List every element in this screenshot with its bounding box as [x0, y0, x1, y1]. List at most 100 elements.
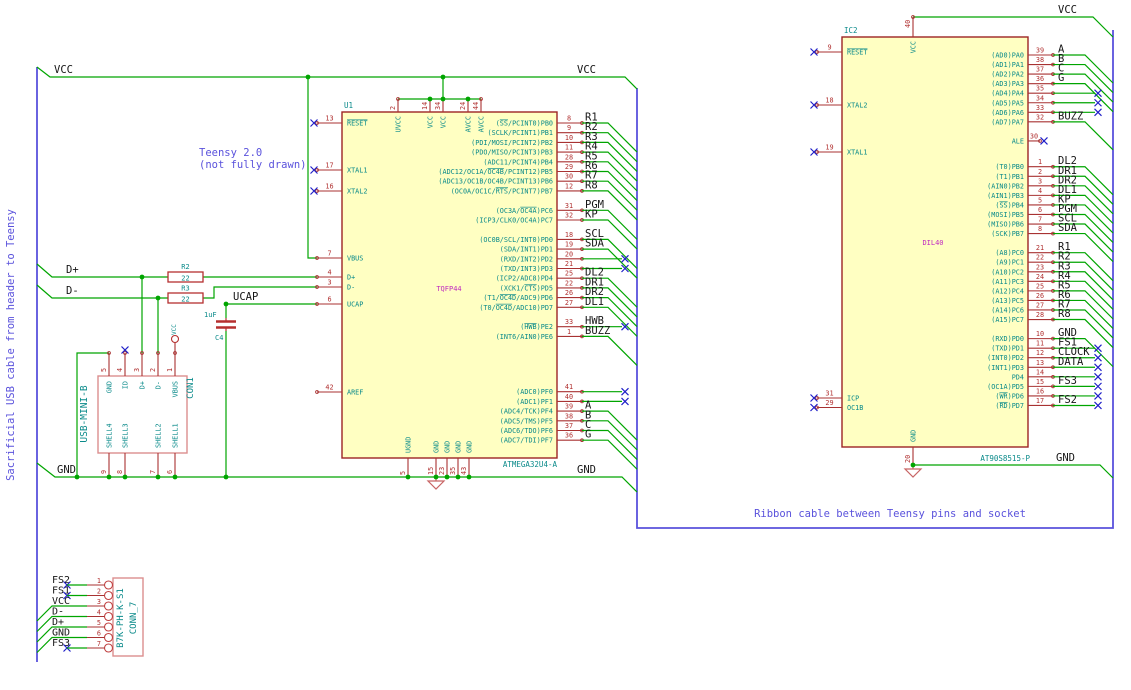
capacitor-c4[interactable]: 1uF C4 [204, 311, 236, 342]
pin-number: 11 [565, 144, 573, 152]
pin-number: 3 [1038, 177, 1042, 185]
junction-dot [139, 274, 145, 280]
conn7-pin-circle[interactable] [103, 611, 114, 622]
resistor-r3[interactable]: R3 22 [167, 285, 204, 304]
pin-name: ALE [1012, 137, 1024, 145]
pin-name: VCC [910, 41, 918, 53]
pin-number: 17 [1036, 397, 1044, 405]
note-ribbon-cable[interactable]: Ribbon cable between Teensy pins and soc… [754, 508, 1026, 520]
note-sacrificial-usb[interactable]: Sacrificial USB cable from header to Tee… [5, 209, 17, 481]
wire[interactable] [1053, 121, 1114, 151]
pin-name: (RXD)PD0 [991, 335, 1024, 343]
pin-name: (SDA/INT1)PD1 [500, 246, 553, 254]
pin-name: (AD7)PA7 [991, 118, 1024, 126]
net-label-KP[interactable]: KP [585, 209, 598, 221]
r3-refdes: R3 [181, 285, 189, 293]
net-label-G[interactable]: G [585, 429, 591, 441]
pin-name: AVCC [478, 116, 486, 132]
pin-name: (T1/OC4D/ADC9)PD6 [483, 294, 553, 302]
conn7-pin-circle[interactable] [103, 580, 114, 590]
net-label-GND[interactable]: GND [52, 628, 70, 639]
net-label-ic2-vcc[interactable]: VCC [1058, 4, 1077, 16]
junction-dot [223, 474, 229, 480]
conn7-pin-circle[interactable] [103, 590, 114, 601]
net-label-gnd-left[interactable]: GND [57, 464, 76, 476]
no-connect-icon [1094, 89, 1102, 98]
junction-dot [466, 474, 472, 480]
pin-name: AVCC [465, 116, 473, 132]
net-label-FS3[interactable]: FS3 [1058, 375, 1077, 387]
note-teensy-1[interactable]: Teensy 2.0 [199, 147, 262, 159]
net-label-ucap[interactable]: UCAP [233, 291, 258, 303]
pin-name: (XCK1/CTS)PD5 [500, 284, 553, 292]
net-label-BUZZ[interactable]: BUZZ [1058, 110, 1083, 122]
pin-number: 15 [427, 467, 435, 475]
junction-dot [405, 474, 411, 480]
pin-name: GND [466, 441, 474, 453]
net-label-R8[interactable]: R8 [1058, 308, 1071, 320]
resistor-r2[interactable]: R2 22 [167, 263, 204, 283]
wire[interactable] [1053, 83, 1114, 113]
conn7-pin-circle[interactable] [103, 622, 114, 632]
pin-name: (WR)PD6 [995, 392, 1024, 400]
pin-name: (ADC12/OC1A/OC4B/PCINT12)PB5 [438, 168, 553, 176]
pin-number: 29 [825, 399, 833, 407]
net-label-vcc-right[interactable]: VCC [577, 64, 596, 76]
no-connect-icon [1094, 108, 1102, 117]
net-label-SDA[interactable]: SDA [585, 238, 605, 250]
net-label-DATA[interactable]: DATA [1058, 356, 1084, 368]
pin-number: 21 [1036, 244, 1044, 252]
net-label-dminus[interactable]: D- [66, 285, 79, 297]
no-connect-icon [1094, 401, 1102, 410]
pin-number: 37 [1036, 66, 1044, 74]
pin-name: SHELL3 [122, 423, 130, 448]
pin-name: SHELL4 [106, 423, 114, 448]
net-label-FS2[interactable]: FS2 [1058, 394, 1077, 406]
net-label-vcc-left[interactable]: VCC [54, 64, 73, 76]
pin-number: 8 [116, 470, 124, 474]
no-connect-icon [810, 394, 818, 402]
conn7-pin-circle[interactable] [103, 601, 114, 611]
pin-name: (ADC5/TMS)PF5 [500, 417, 553, 425]
pin-number: 3 [97, 598, 101, 606]
pin-number: 30 [565, 173, 573, 181]
pin-number: 15 [1036, 378, 1044, 386]
pin-name: GND [433, 441, 441, 453]
pin-name: SHELL1 [172, 423, 180, 448]
pin-number: 10 [1036, 330, 1044, 338]
pin-number: 27 [1036, 301, 1044, 309]
conn7-pin-circle[interactable] [103, 632, 114, 643]
pin-name: (A15)PC7 [991, 316, 1024, 324]
no-connect-icon [810, 148, 818, 156]
net-label-gnd-right[interactable]: GND [577, 464, 596, 476]
junction-dot [122, 474, 128, 480]
net-label-BUZZ[interactable]: BUZZ [585, 325, 610, 337]
pin-number: 1 [1038, 158, 1042, 166]
net-label-R8[interactable]: R8 [585, 179, 598, 191]
net-label-D-[interactable]: D- [52, 607, 64, 618]
net-label-VCC[interactable]: VCC [52, 596, 70, 607]
net-label-G[interactable]: G [1058, 72, 1064, 84]
net-label-SDA[interactable]: SDA [1058, 222, 1078, 234]
conn7-pin-circle[interactable] [103, 643, 114, 653]
pin-name: GND [910, 430, 918, 442]
pin-name: (T0/OC4D/ADC10)PD7 [479, 304, 553, 312]
pin-number: 35 [1036, 85, 1044, 93]
pin-name: (INT6/AIN0)PE6 [496, 333, 553, 341]
net-label-DL1[interactable]: DL1 [585, 296, 604, 308]
wire[interactable] [582, 335, 638, 366]
net-label-dplus[interactable]: D+ [66, 264, 79, 276]
no-connect-icon [1094, 382, 1102, 391]
pin-name: (TXD/INT3)PD3 [500, 265, 553, 273]
pin-name: D- [347, 284, 355, 292]
pin-number: 36 [565, 432, 573, 440]
no-connect-icon [810, 48, 818, 56]
net-label-ic2-gnd[interactable]: GND [1056, 452, 1075, 464]
pin-number: 42 [325, 384, 333, 392]
pin-number: 3 [327, 279, 331, 287]
net-label-D+[interactable]: D+ [52, 617, 64, 628]
pin-number: 7 [327, 250, 331, 258]
note-teensy-2[interactable]: (not fully drawn) [199, 159, 306, 171]
pin-name: PD4 [1012, 373, 1024, 381]
vcc-power-symbol[interactable]: VCC [170, 324, 180, 353]
